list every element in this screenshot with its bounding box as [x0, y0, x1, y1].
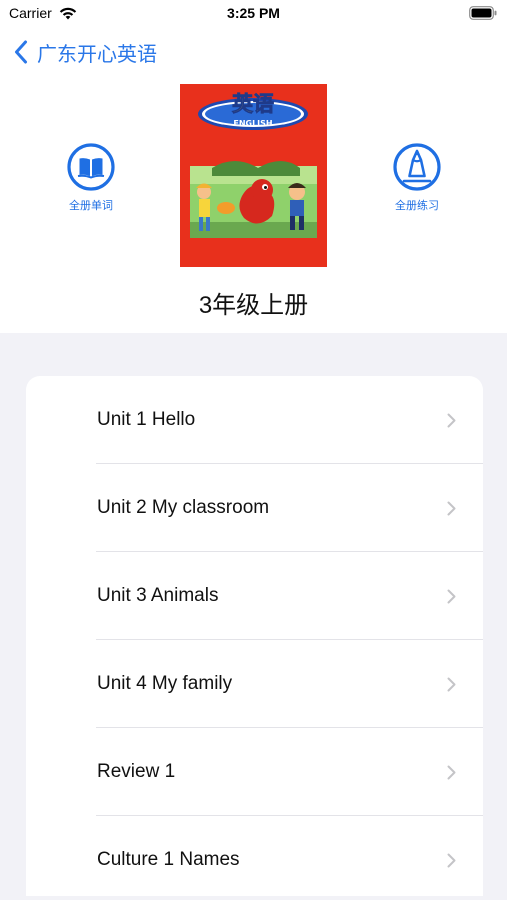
- book-cover-image: 英语 ENGLISH: [180, 84, 327, 267]
- unit-row-3[interactable]: Unit 3 Animals: [26, 552, 483, 640]
- unit-row-label: Unit 4 My family: [97, 673, 233, 694]
- cover-title-text: 英语: [232, 92, 274, 116]
- unit-row-label: Review 1: [97, 761, 176, 782]
- unit-row-1[interactable]: Unit 1 Hello: [26, 376, 483, 464]
- book-title: 3年级上册: [198, 292, 309, 319]
- battery-icon: [469, 6, 497, 20]
- all-words-button[interactable]: 全册单词: [51, 143, 131, 213]
- status-bar: Carrier 3:25 PM: [0, 0, 507, 28]
- unit-row-label: Culture 1 Names: [97, 849, 240, 870]
- chevron-right-icon: [447, 853, 456, 868]
- unit-row-2[interactable]: Unit 2 My classroom: [26, 464, 483, 552]
- unit-row-label: Unit 3 Animals: [97, 585, 219, 606]
- chevron-left-icon: [15, 40, 27, 64]
- back-button-label: 广东开心英语: [37, 43, 157, 66]
- all-practice-button[interactable]: 全册练习: [377, 143, 457, 213]
- back-button[interactable]: 广东开心英语: [14, 38, 157, 66]
- unit-row-6[interactable]: Culture 1 Names: [26, 816, 483, 896]
- chevron-right-icon: [447, 501, 456, 516]
- chevron-right-icon: [447, 589, 456, 604]
- cover-subtitle-text: ENGLISH: [233, 119, 272, 128]
- book-open-icon: [67, 143, 115, 191]
- unit-row-4[interactable]: Unit 4 My family: [26, 640, 483, 728]
- all-words-label: 全册单词: [69, 200, 113, 212]
- chevron-right-icon: [447, 413, 456, 428]
- status-time: 3:25 PM: [227, 5, 280, 21]
- unit-row-label: Unit 2 My classroom: [97, 497, 270, 518]
- pencil-icon: [393, 143, 441, 191]
- all-practice-label: 全册练习: [395, 200, 439, 212]
- unit-list: Unit 1 Hello Unit 2 My classroom Unit 3 …: [26, 376, 483, 896]
- chevron-right-icon: [447, 765, 456, 780]
- unit-row-5[interactable]: Review 1: [26, 728, 483, 816]
- unit-row-label: Unit 1 Hello: [97, 409, 196, 430]
- chevron-right-icon: [447, 677, 456, 692]
